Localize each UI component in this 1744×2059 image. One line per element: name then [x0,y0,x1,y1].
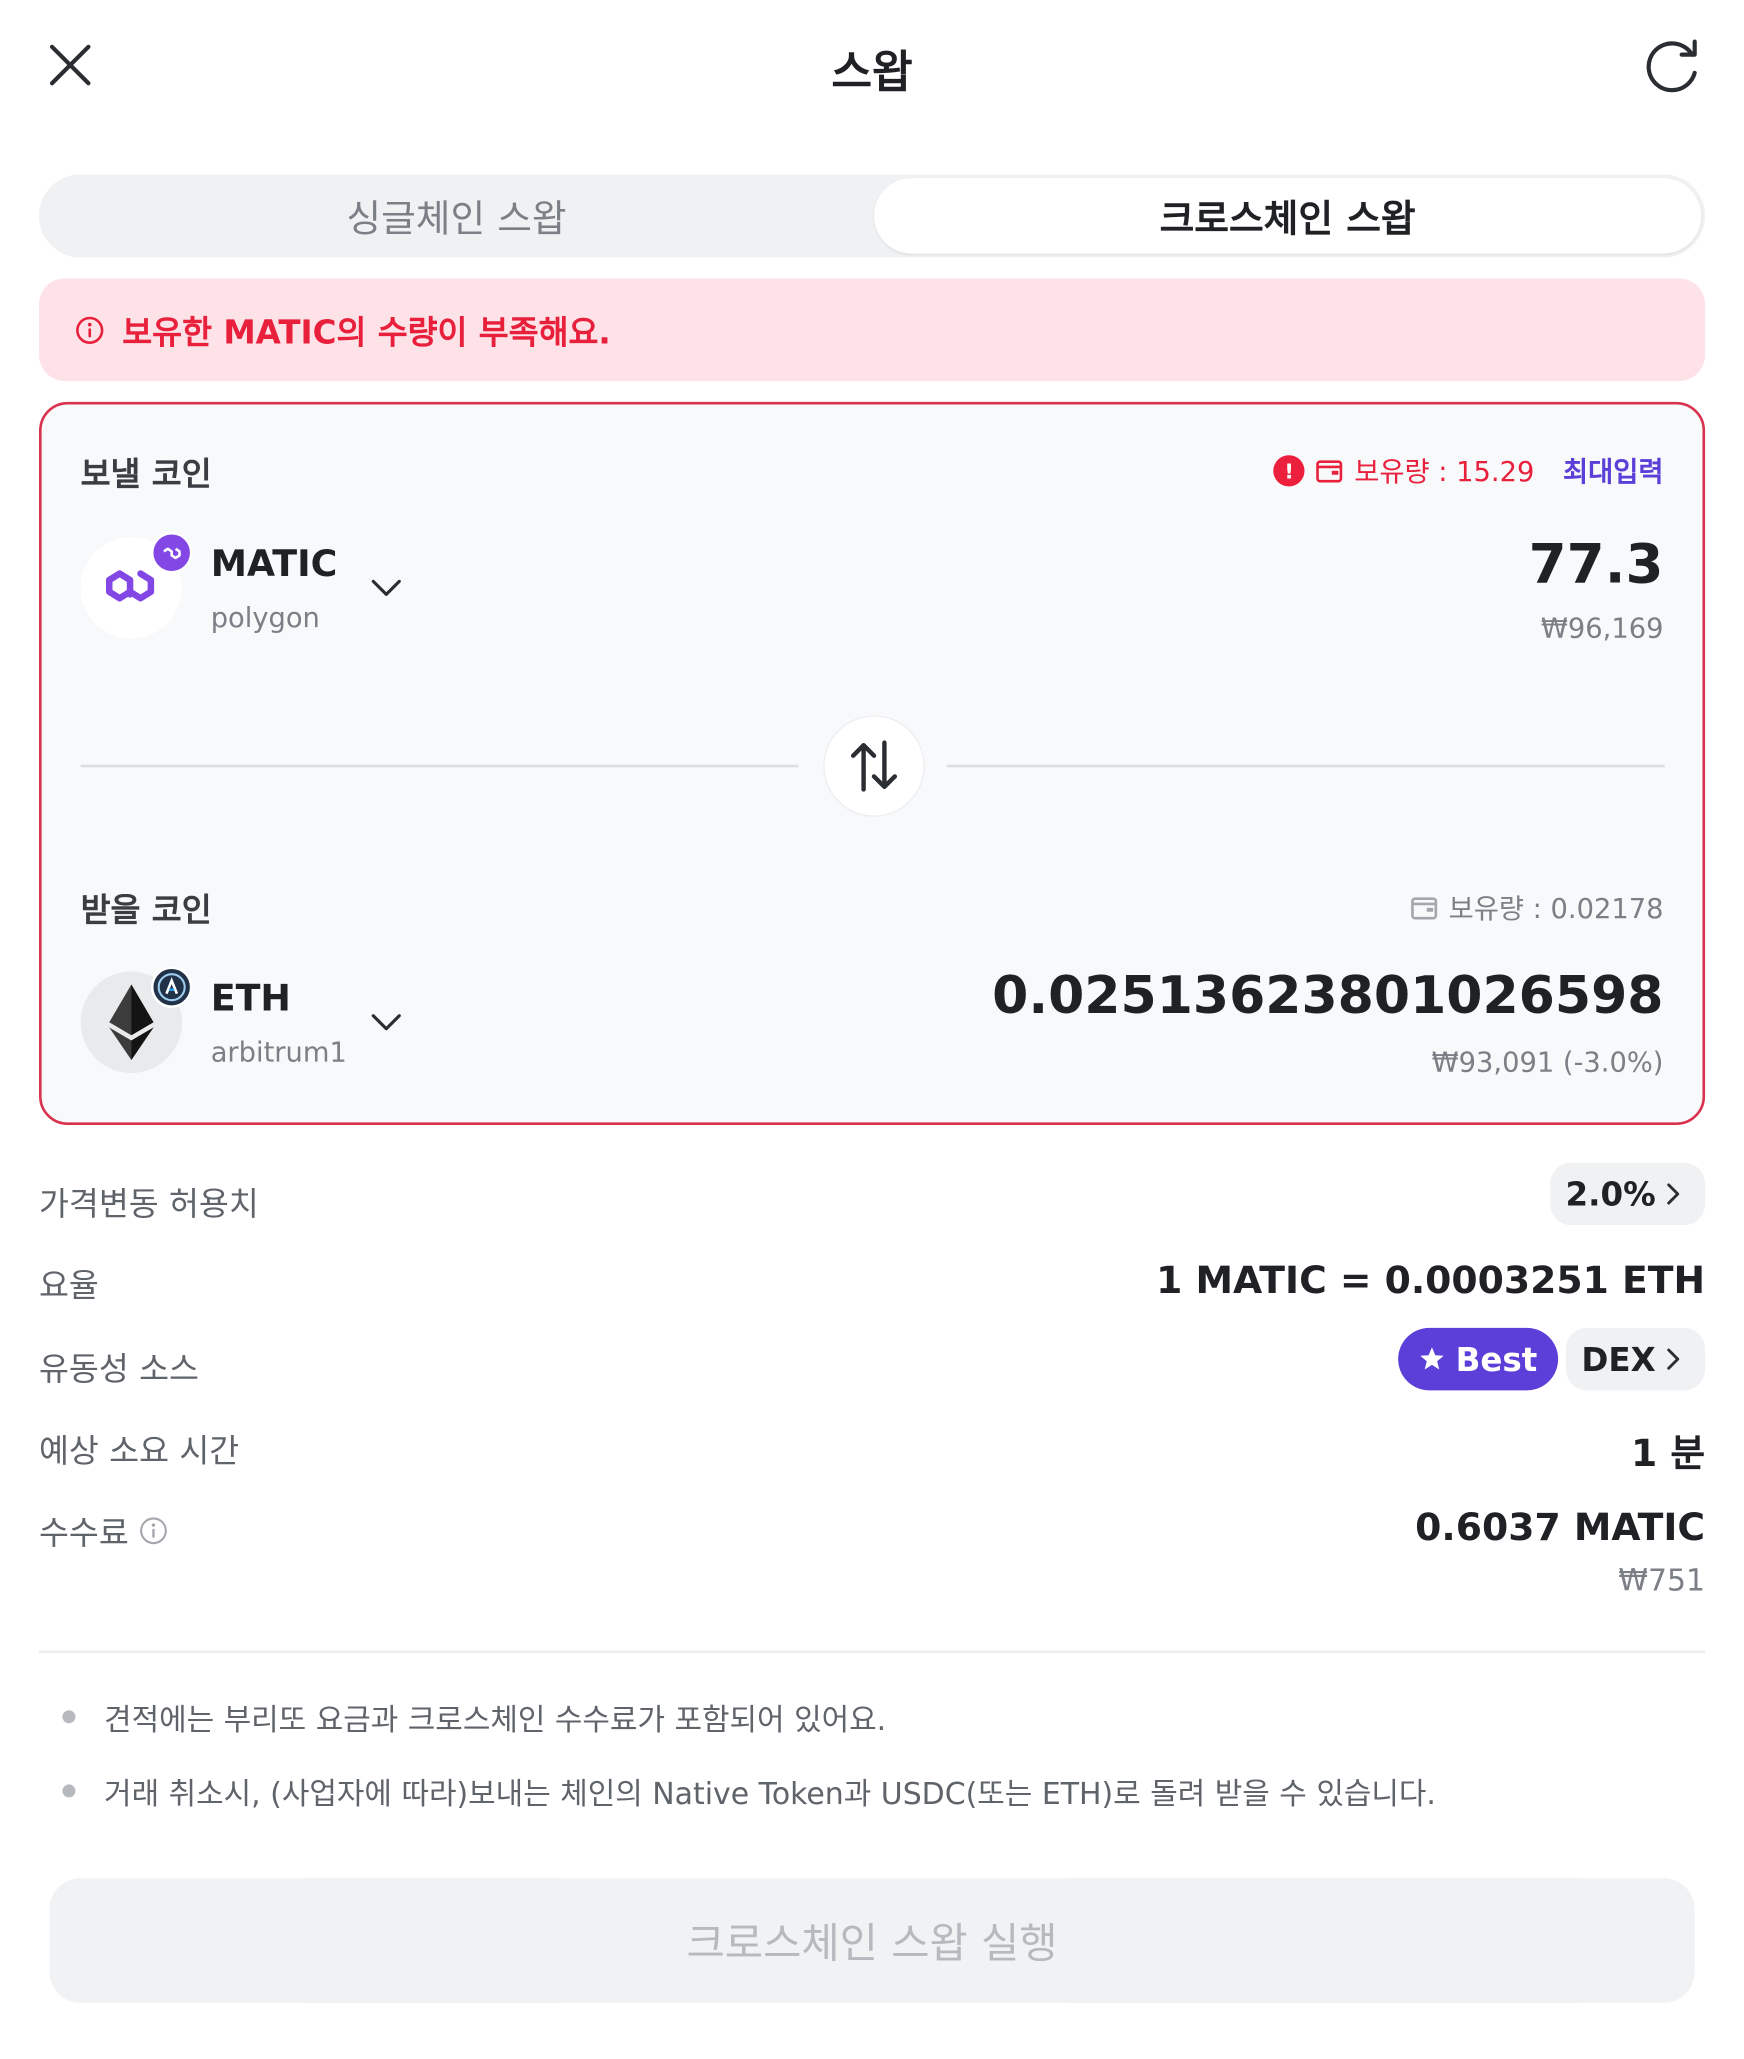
fee-label-group: 수수료 [39,1507,168,1554]
receive-fiat-value: ₩93,091 (-3.0%) [1431,1046,1664,1079]
execute-cross-chain-swap-button[interactable]: 크로스체인 스왑 실행 [49,1878,1695,2003]
header: 스왑 [0,0,1744,130]
refresh-icon[interactable] [1643,36,1705,93]
notice-text: 견적에는 부리또 요금과 크로스체인 수수료가 포함되어 있어요. [104,1703,887,1738]
star-icon [1420,1347,1444,1370]
swap-screen: 스왑 싱글체인 스왑 크로스체인 스왑 보유한 MATIC의 수량이 부족해요.… [0,0,1744,2003]
send-balance-row: ! 보유량 : 15.29 최대입력 [1273,451,1664,490]
slippage-button[interactable]: 2.0% [1549,1162,1706,1226]
bullet [62,1710,76,1724]
notice-text: 거래 취소시, (사업자에 따라)보내는 체인의 Native Token과 U… [104,1777,1436,1812]
tab-single-chain[interactable]: 싱글체인 스왑 [43,178,870,253]
notice-item: 거래 취소시, (사업자에 따라)보내는 체인의 Native Token과 U… [62,1769,1436,1813]
slippage-value: 2.0% [1565,1175,1656,1213]
chevron-down-icon[interactable] [371,1013,402,1031]
liquidity-source-button[interactable]: DEX [1565,1327,1706,1391]
receive-amount: 0.02513623801026598 [992,966,1664,1027]
receive-balance-row: 보유량 : 0.02178 [1410,888,1664,927]
liquidity-source-label: 유동성 소스 [39,1350,199,1388]
swap-mode-tabs: 싱글체인 스왑 크로스체인 스왑 [39,174,1706,258]
insufficient-balance-alert: 보유한 MATIC의 수량이 부족해요. [39,278,1706,382]
divider [39,1650,1706,1654]
best-label: Best [1455,1340,1538,1378]
swap-arrows-icon [850,740,898,792]
fee-label: 수수료 [39,1513,129,1552]
warning-icon: ! [1273,455,1305,487]
rate-value: 1 MATIC = 0.0003251 ETH [1156,1257,1706,1302]
divider-left [80,764,799,768]
chevron-right-icon [1667,1348,1680,1370]
tab-cross-chain[interactable]: 크로스체인 스왑 [874,178,1702,254]
estimated-time-label: 예상 소요 시간 [39,1431,240,1470]
slippage-label: 가격변동 허용치 [39,1184,259,1223]
max-input-button[interactable]: 최대입력 [1563,451,1664,490]
swap-card: 보낼 코인 ! 보유량 : 15.29 최대입력 MATIC polygon 7… [39,401,1706,1126]
arbitrum-chain-badge-icon [150,966,193,1008]
chevron-down-icon[interactable] [371,579,402,597]
info-icon [76,316,104,345]
estimated-time-value: 1 분 [1630,1430,1706,1475]
swap-direction-button[interactable] [823,715,925,817]
divider-right [946,764,1665,768]
send-fiat-value: ₩96,169 [1540,612,1664,644]
notice-item: 견적에는 부리또 요금과 크로스체인 수수료가 포함되어 있어요. [62,1695,886,1739]
receive-coin-label: 받을 코인 [80,890,212,929]
receive-coin-symbol[interactable]: ETH [211,977,291,1020]
fee-value: 0.6037 MATIC [1415,1504,1706,1550]
send-coin-symbol[interactable]: MATIC [211,542,338,585]
send-coin-chain: polygon [210,602,320,634]
send-coin-label: 보낼 코인 [80,455,212,493]
fee-fiat-value: ₩751 [1618,1564,1706,1599]
page-title: 스왑 [831,46,913,99]
wallet-icon [1316,460,1343,483]
polygon-chain-badge-icon [150,531,193,574]
receive-coin-chain: arbitrum1 [210,1036,347,1068]
best-badge: Best [1398,1327,1559,1391]
bullet [62,1784,76,1798]
wallet-icon [1410,897,1437,920]
alert-message: 보유한 MATIC의 수량이 부족해요. [122,313,611,352]
rate-label: 요율 [39,1266,99,1305]
info-icon[interactable] [139,1516,168,1545]
liquidity-source-value: DEX [1581,1340,1656,1378]
chevron-right-icon [1667,1183,1680,1205]
send-amount-input[interactable]: 77.3 [1529,532,1664,596]
receive-balance: 보유량 : 0.02178 [1448,893,1664,925]
send-balance: 보유량 : 15.29 [1354,456,1535,488]
